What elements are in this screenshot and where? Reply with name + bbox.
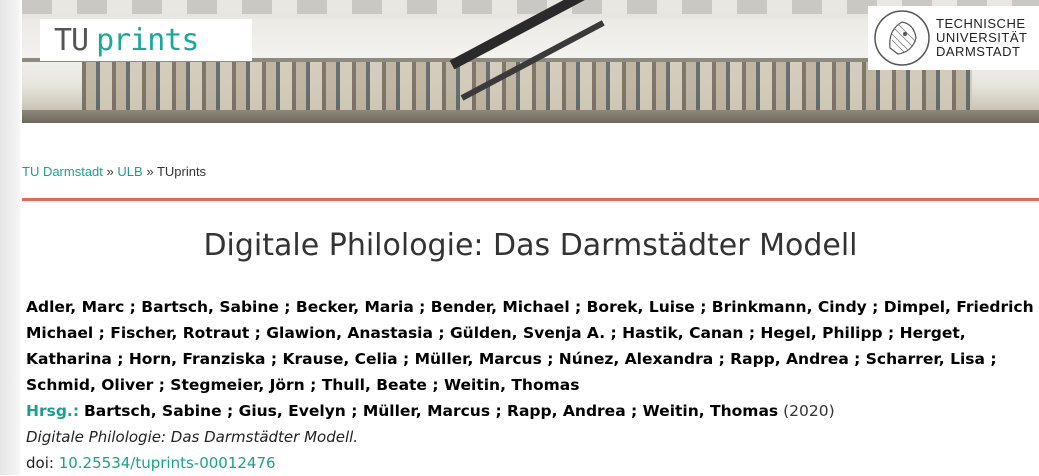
breadcrumb-ulb[interactable]: ULB [117,164,142,179]
editor-line: Hrsg.: Bartsch, Sabine ; Gius, Evelyn ; … [26,398,1039,424]
page-title: Digitale Philologie: Das Darmstädter Mod… [203,228,858,263]
publication-year: (2020) [783,402,835,420]
doi-line: doi: 10.25534/tuprints-00012476 [26,450,276,476]
breadcrumb-tuprints: TUprints [156,164,207,179]
university-line-3: DARMSTADT [936,44,1021,59]
editor-list: Bartsch, Sabine ; Gius, Evelyn ; Müller,… [83,402,779,420]
tu-darmstadt-logo[interactable]: TECHNISCHE UNIVERSITÄT DARMSTADT [868,6,1039,70]
university-line-2: UNIVERSITÄT [936,30,1028,45]
page: TU prints TECHNISCHE UNIVERSITÄT DARMSTA… [22,0,1039,475]
breadcrumb-separator: » [146,164,154,179]
breadcrumb: TU Darmstadt » ULB » TUprints [22,164,206,179]
breadcrumb-tu-darmstadt[interactable]: TU Darmstadt [22,164,103,179]
author-list: Adler, Marc ; Bartsch, Sabine ; Becker, … [26,298,1034,394]
publication-title: Digitale Philologie: Das Darmstädter Mod… [26,428,359,446]
banner-floor [22,110,1039,123]
logo-prints-text: prints [96,22,199,58]
header-divider [22,198,1039,201]
breadcrumb-separator: » [106,164,114,179]
university-name: TECHNISCHE UNIVERSITÄT DARMSTADT [936,17,1027,59]
tuprints-logo[interactable]: TU prints [40,19,252,61]
university-line-1: TECHNISCHE [936,16,1026,31]
doi-label: doi: [26,454,54,472]
athena-seal-icon [874,10,930,66]
editors-label: Hrsg.: [26,402,80,420]
header-banner: TU prints TECHNISCHE UNIVERSITÄT DARMSTA… [22,0,1039,123]
logo-tu-text: TU [54,22,89,58]
doi-link[interactable]: 10.25534/tuprints-00012476 [59,454,276,472]
